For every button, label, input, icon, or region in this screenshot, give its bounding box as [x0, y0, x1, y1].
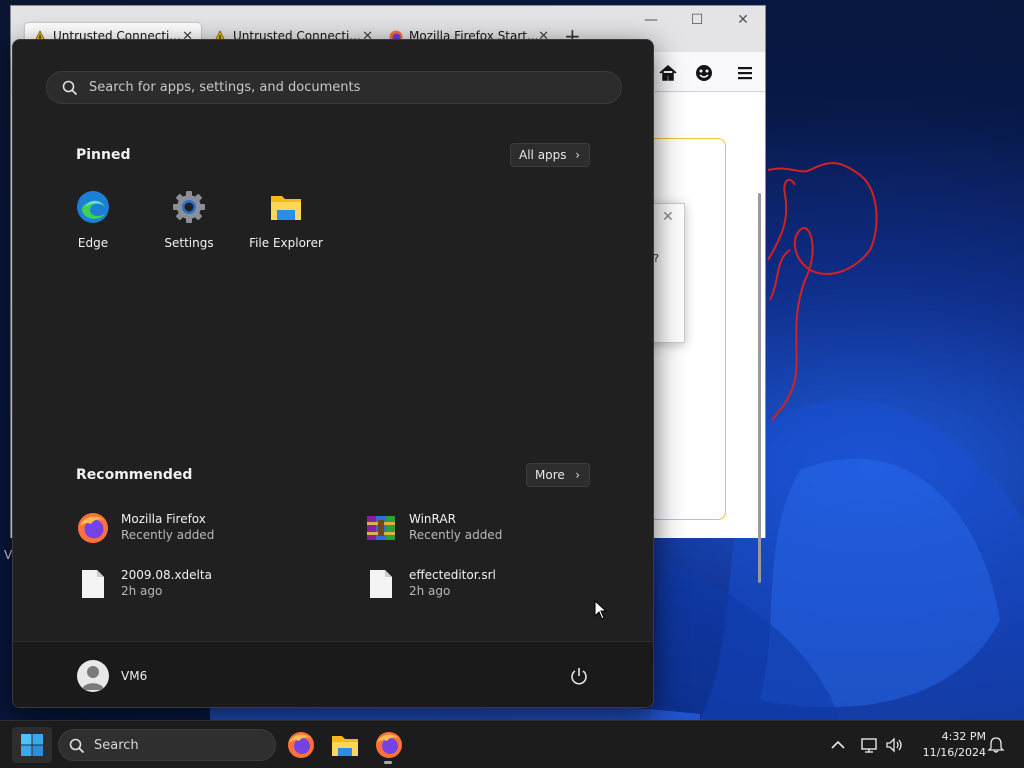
account-icon[interactable] — [693, 62, 715, 84]
windows-logo-icon — [21, 734, 43, 756]
recommended-item-winrar[interactable]: WinRAR Recently added — [365, 508, 615, 550]
user-icon — [82, 666, 104, 690]
taskbar: Search 4:32 PM 11/16/2024 — [0, 720, 1024, 768]
search-icon — [62, 80, 78, 96]
home-icon[interactable] — [657, 62, 679, 84]
pinned-app-settings[interactable]: Settings — [144, 190, 234, 250]
running-indicator — [384, 761, 392, 764]
more-label: More — [535, 468, 565, 482]
desktop-text-fragment: V — [4, 548, 13, 562]
recommended-item-firefox[interactable]: Mozilla Firefox Recently added — [77, 508, 327, 550]
file-icon — [370, 570, 392, 598]
file-icon — [82, 570, 104, 598]
chevron-up-icon[interactable] — [828, 735, 848, 755]
recommended-item-sub: Recently added — [409, 528, 503, 542]
all-apps-button[interactable]: All apps › — [510, 143, 590, 167]
pinned-app-label: Settings — [164, 236, 214, 250]
chevron-right-icon: › — [575, 468, 580, 482]
folder-icon — [271, 196, 301, 220]
scrollbar[interactable] — [758, 193, 761, 583]
recommended-title: Recommended — [76, 467, 193, 483]
taskbar-search-label: Search — [94, 738, 139, 753]
network-icon[interactable] — [859, 735, 879, 755]
mouse-cursor-icon — [594, 600, 608, 620]
recommended-item-effecteditor[interactable]: effecteditor.srl 2h ago — [365, 564, 615, 606]
start-search-box[interactable] — [46, 71, 622, 104]
all-apps-label: All apps — [519, 148, 567, 162]
recommended-item-name: Mozilla Firefox — [121, 512, 206, 526]
pinned-app-file-explorer[interactable]: File Explorer — [241, 190, 331, 250]
firefox-icon — [78, 513, 108, 543]
pinned-app-label: File Explorer — [249, 236, 323, 250]
power-icon[interactable] — [569, 666, 589, 686]
notification-bell-icon[interactable] — [986, 735, 1006, 755]
firefox-icon[interactable] — [285, 729, 317, 761]
winrar-icon — [367, 516, 395, 540]
pinned-title: Pinned — [76, 147, 131, 163]
user-name[interactable]: VM6 — [121, 669, 147, 683]
recommended-item-sub: 2h ago — [409, 584, 451, 598]
more-button[interactable]: More › — [526, 463, 590, 487]
user-avatar[interactable] — [77, 660, 109, 692]
dialog-close-icon[interactable]: ✕ — [662, 209, 674, 225]
clock-date: 11/16/2024 — [922, 746, 986, 759]
volume-icon[interactable] — [884, 735, 904, 755]
start-menu: Pinned All apps › Edge Settings — [12, 39, 654, 708]
taskbar-clock[interactable]: 4:32 PM 11/16/2024 — [914, 729, 986, 761]
search-icon — [69, 738, 85, 754]
close-window-button[interactable]: ✕ — [733, 12, 753, 28]
recommended-item-sub: Recently added — [121, 528, 215, 542]
taskbar-search[interactable]: Search — [58, 729, 276, 761]
recommended-item-sub: 2h ago — [121, 584, 163, 598]
recommended-item-name: 2009.08.xdelta — [121, 568, 212, 582]
minimize-button[interactable]: — — [641, 12, 661, 28]
pinned-app-label: Edge — [77, 236, 109, 250]
start-search-input[interactable] — [89, 72, 609, 103]
start-footer: VM6 — [13, 641, 653, 707]
recommended-item-name: effecteditor.srl — [409, 568, 496, 582]
folder-icon[interactable] — [329, 729, 361, 761]
clock-time: 4:32 PM — [941, 730, 986, 743]
recommended-item-xdelta[interactable]: 2009.08.xdelta 2h ago — [77, 564, 327, 606]
chevron-right-icon: › — [575, 148, 580, 162]
settings-gear-icon — [173, 191, 205, 223]
recommended-item-name: WinRAR — [409, 512, 456, 526]
menu-hamburger-icon[interactable] — [734, 62, 756, 84]
edge-icon — [77, 191, 109, 223]
start-button[interactable] — [12, 727, 52, 763]
pinned-app-edge[interactable]: Edge — [48, 190, 138, 250]
maximize-button[interactable]: ☐ — [687, 12, 707, 28]
firefox-icon[interactable] — [373, 729, 405, 761]
